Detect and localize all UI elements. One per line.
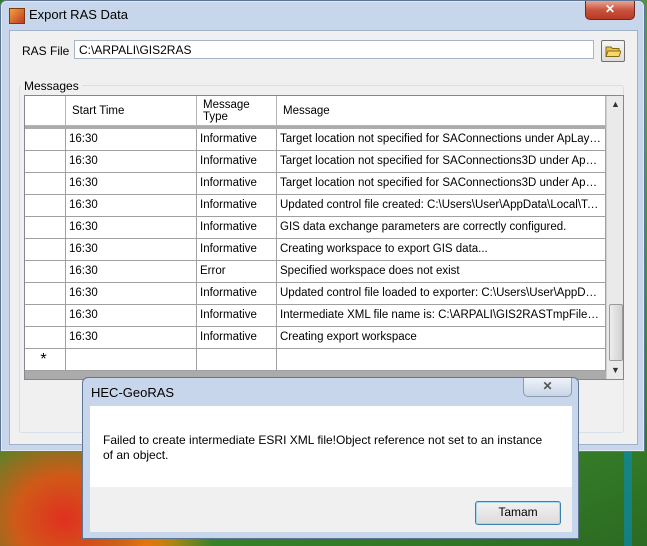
table-row[interactable]: 16:30 Informative Updated control file cre… [25, 195, 606, 217]
dialog-body: Failed to create intermediate ESRI XML f… [90, 406, 572, 487]
messages-grid[interactable]: Start Time Message Type Message 16:30 Inf… [24, 95, 624, 380]
dialog-title: HEC-GeoRAS [91, 385, 175, 400]
row-selector[interactable] [25, 327, 66, 349]
cell-start-time[interactable]: 16:30 [66, 173, 197, 195]
table-row[interactable]: 16:30 Informative Creating export workspac… [25, 327, 606, 349]
messages-legend: Messages [21, 79, 82, 93]
app-icon [9, 8, 25, 24]
cell-message-type[interactable]: Informative [197, 129, 277, 151]
window-close-button[interactable]: ✕ [585, 1, 635, 20]
cell-start-time[interactable]: 16:30 [66, 129, 197, 151]
cell-message[interactable]: Target location not specified for SAConn… [277, 129, 606, 151]
cell-start-time[interactable]: 16:30 [66, 327, 197, 349]
header-message-type[interactable]: Message Type [197, 96, 277, 126]
cell-message-type[interactable]: Informative [197, 195, 277, 217]
cell-start-time[interactable]: 16:30 [66, 261, 197, 283]
row-selector[interactable] [25, 283, 66, 305]
cell-message[interactable]: Creating workspace to export GIS data... [277, 239, 606, 261]
cell-message[interactable] [277, 349, 606, 371]
dialog-message: Failed to create intermediate ESRI XML f… [103, 433, 543, 462]
row-selector[interactable] [25, 129, 66, 151]
ras-file-label: RAS File [22, 44, 70, 58]
cell-start-time[interactable]: 16:30 [66, 217, 197, 239]
table-row[interactable]: 16:30 Informative Target location not spec… [25, 129, 606, 151]
new-row-marker[interactable]: * [25, 349, 66, 371]
dialog-footer: Tamam [90, 487, 572, 532]
cell-message[interactable]: Creating export workspace [277, 327, 606, 349]
dialog-close-button[interactable]: ✕ [523, 378, 572, 397]
table-row[interactable]: 16:30 Error Specified workspace does not e… [25, 261, 606, 283]
cell-message-type[interactable]: Informative [197, 217, 277, 239]
ok-button[interactable]: Tamam [475, 501, 561, 525]
row-selector[interactable] [25, 173, 66, 195]
cell-message[interactable]: Target location not specified for SAConn… [277, 173, 606, 195]
cell-message-type[interactable]: Informative [197, 327, 277, 349]
cell-message-type[interactable]: Informative [197, 151, 277, 173]
row-selector[interactable] [25, 217, 66, 239]
scroll-thumb[interactable] [609, 304, 623, 361]
cell-message[interactable]: Updated control file created: C:\Users\U… [277, 195, 606, 217]
header-row-selector[interactable] [25, 96, 66, 126]
cell-start-time[interactable] [66, 349, 197, 371]
table-row[interactable]: 16:30 Informative GIS data exchange parame… [25, 217, 606, 239]
ras-file-input[interactable]: C:\ARPALI\GIS2RAS [74, 40, 594, 59]
cell-start-time[interactable]: 16:30 [66, 151, 197, 173]
cell-message-type[interactable]: Informative [197, 305, 277, 327]
cell-message[interactable]: GIS data exchange parameters are correct… [277, 217, 606, 239]
cell-start-time[interactable]: 16:30 [66, 195, 197, 217]
scroll-up-icon[interactable]: ▲ [607, 96, 623, 113]
cell-message-type[interactable]: Error [197, 261, 277, 283]
row-selector[interactable] [25, 195, 66, 217]
cell-message-type[interactable] [197, 349, 277, 371]
table-row[interactable]: 16:30 Informative Target location not spec… [25, 173, 606, 195]
grid-rows: 16:30 Informative Target location not spec… [25, 129, 606, 371]
new-row[interactable]: * [25, 349, 606, 371]
row-selector[interactable] [25, 151, 66, 173]
table-row[interactable]: 16:30 Informative Intermediate XML file na… [25, 305, 606, 327]
cell-message[interactable]: Specified workspace does not exist [277, 261, 606, 283]
cell-message-type[interactable]: Informative [197, 283, 277, 305]
cell-message[interactable]: Updated control file loaded to exporter:… [277, 283, 606, 305]
cell-message-type[interactable]: Informative [197, 173, 277, 195]
row-selector[interactable] [25, 261, 66, 283]
grid-header: Start Time Message Type Message [25, 96, 606, 126]
cell-start-time[interactable]: 16:30 [66, 305, 197, 327]
open-folder-icon [605, 44, 621, 58]
cell-start-time[interactable]: 16:30 [66, 283, 197, 305]
header-start-time[interactable]: Start Time [66, 96, 197, 126]
table-row[interactable]: 16:30 Informative Creating workspace to ex… [25, 239, 606, 261]
table-row[interactable]: 16:30 Informative Updated control file loa… [25, 283, 606, 305]
cell-message-type[interactable]: Informative [197, 239, 277, 261]
header-message[interactable]: Message [277, 96, 606, 126]
scroll-down-icon[interactable]: ▼ [607, 362, 623, 379]
cell-start-time[interactable]: 16:30 [66, 239, 197, 261]
row-selector[interactable] [25, 305, 66, 327]
cell-message[interactable]: Target location not specified for SAConn… [277, 151, 606, 173]
cell-message[interactable]: Intermediate XML file name is: C:\ARPALI… [277, 305, 606, 327]
vertical-scrollbar[interactable]: ▲ ▼ [606, 96, 623, 379]
error-dialog: HEC-GeoRAS ✕ Failed to create intermedia… [82, 377, 579, 539]
table-row[interactable]: 16:30 Informative Target location not spec… [25, 151, 606, 173]
row-selector[interactable] [25, 239, 66, 261]
window-title: Export RAS Data [29, 7, 128, 22]
browse-folder-button[interactable] [601, 40, 625, 62]
